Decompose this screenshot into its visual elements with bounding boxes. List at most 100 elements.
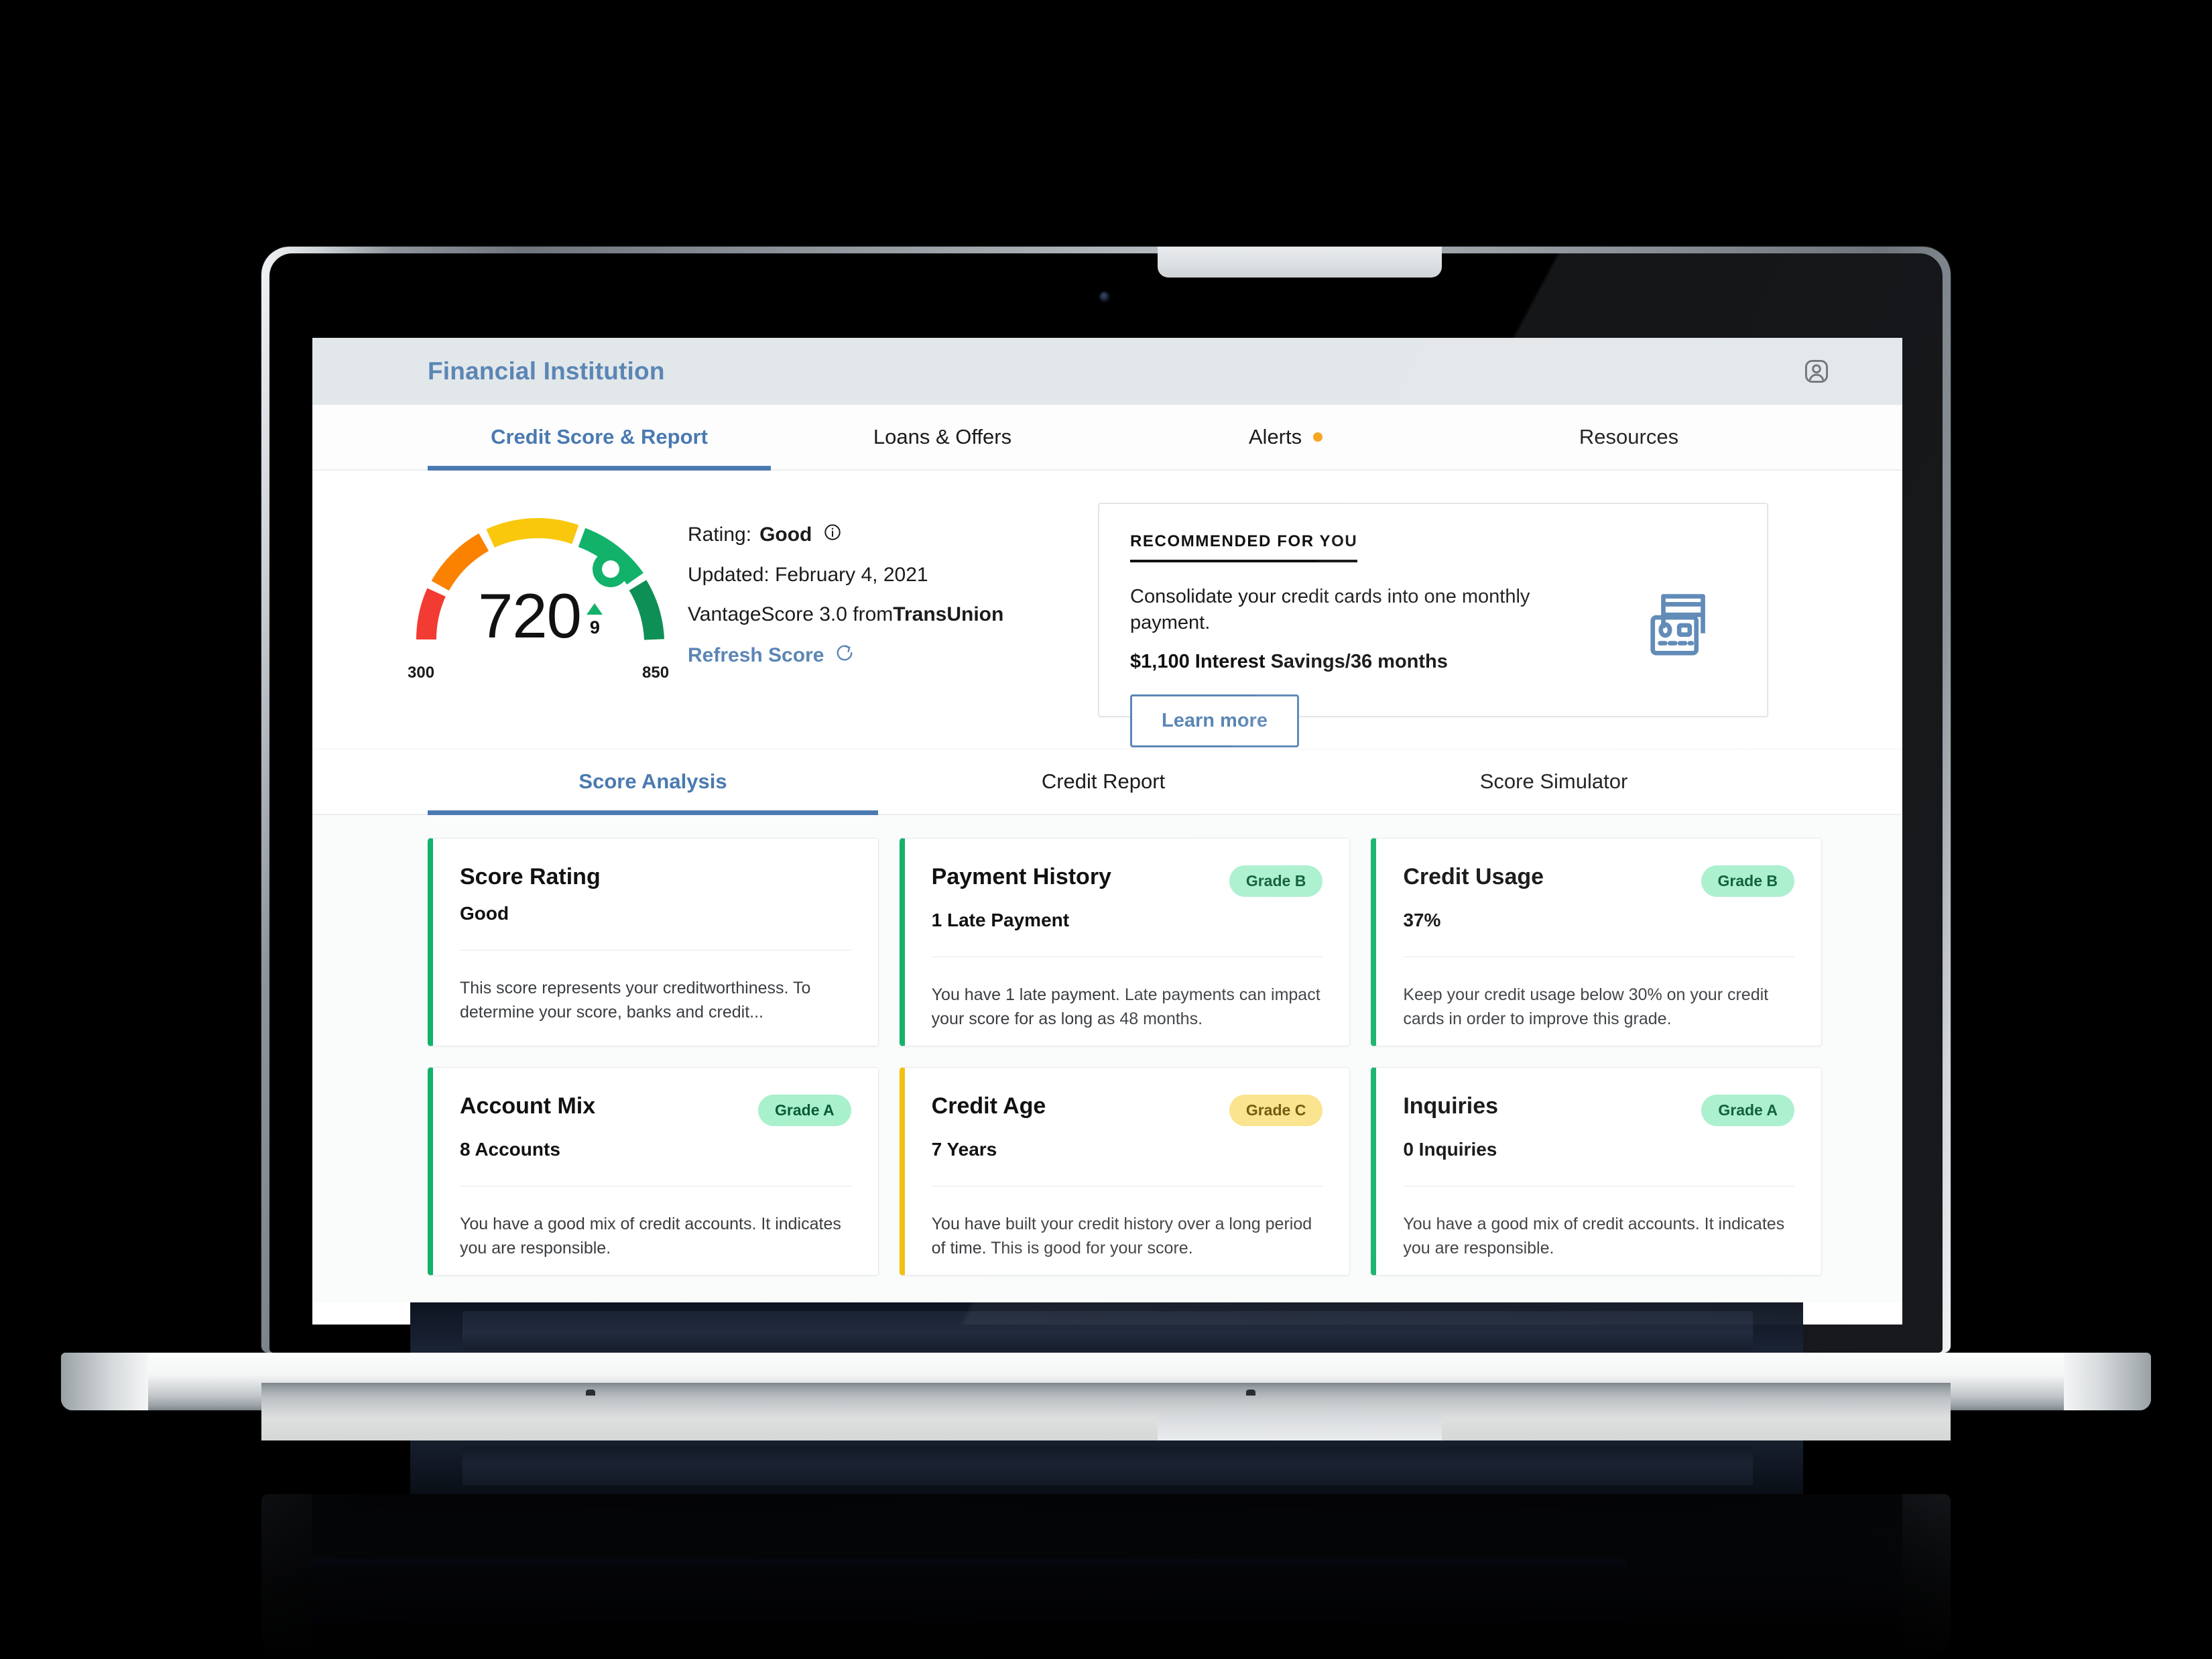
sub-tab-label: Credit Report xyxy=(1041,770,1166,793)
tab-score-analysis[interactable]: Score Analysis xyxy=(428,749,878,815)
card-description: You have a good mix of credit accounts. … xyxy=(460,1215,841,1257)
tab-score-simulator[interactable]: Score Simulator xyxy=(1329,749,1779,814)
card-title: Credit Usage xyxy=(1403,864,1544,889)
score-summary-section: 720 9 300 850 Rating: Good Updated: Febr… xyxy=(312,471,1902,749)
gauge-min-label: 300 xyxy=(408,664,435,682)
rating-details: Rating: Good Updated: February 4, 2021 V… xyxy=(688,505,1063,668)
brand-title: Financial Institution xyxy=(428,357,665,385)
metric-card-inquiries[interactable]: Inquiries Grade A 0 Inquiries You have a… xyxy=(1371,1067,1822,1276)
card-header: Account Mix Grade A xyxy=(460,1093,851,1126)
recommendation-kicker: RECOMMENDED FOR YOU xyxy=(1130,532,1358,562)
score-delta: 9 xyxy=(586,603,603,637)
score-gauge: 720 9 300 850 xyxy=(406,505,674,682)
card-header: Payment History Grade B xyxy=(932,864,1323,897)
card-value: Good xyxy=(460,903,509,924)
laptop-foot xyxy=(1447,1408,1456,1414)
gauge-needle-marker xyxy=(593,551,629,587)
reflection-screen xyxy=(312,1494,1902,1659)
score-source: VantageScore 3.0 from TransUnion xyxy=(688,603,1063,626)
metric-card-credit-age[interactable]: Credit Age Grade C 7 Years You have buil… xyxy=(899,1067,1351,1276)
account-person-icon[interactable] xyxy=(1802,357,1831,386)
card-description: You have built your credit history over … xyxy=(931,1215,1312,1257)
card-header: Credit Age Grade C xyxy=(932,1093,1323,1126)
rating-row: Rating: Good xyxy=(688,523,1063,547)
score-value-display: 720 9 xyxy=(406,585,674,648)
laptop-base xyxy=(61,1353,2151,1410)
tab-loans-offers[interactable]: Loans & Offers xyxy=(771,405,1114,469)
credit-cards-icon xyxy=(1641,532,1736,716)
refresh-circular-arrow-icon xyxy=(835,643,855,668)
card-title: Account Mix xyxy=(460,1093,596,1119)
grade-badge: Grade A xyxy=(1701,1095,1794,1126)
reflection-lid xyxy=(261,1494,1951,1659)
tab-resources[interactable]: Resources xyxy=(1457,405,1800,469)
laptop-hinge-bar xyxy=(463,1311,1753,1350)
tab-alerts[interactable]: Alerts xyxy=(1114,405,1457,469)
webcam-icon xyxy=(1100,292,1109,301)
primary-navigation: Credit Score & Report Loans & Offers Ale… xyxy=(312,405,1902,471)
reflection-highlight-strip xyxy=(312,1613,1626,1623)
card-value: 8 Accounts xyxy=(460,1139,560,1160)
laptop-reflection xyxy=(261,1383,1951,1659)
secondary-navigation: Score Analysis Credit Report Score Simul… xyxy=(312,749,1902,815)
tab-label: Resources xyxy=(1579,425,1679,448)
reflection-hinge-bar xyxy=(463,1447,1753,1485)
gauge-max-label: 850 xyxy=(642,664,670,682)
recommendation-card: RECOMMENDED FOR YOU Consolidate your cre… xyxy=(1098,503,1768,748)
metric-card-account-mix[interactable]: Account Mix Grade A 8 Accounts You have … xyxy=(428,1067,879,1276)
tab-label: Alerts xyxy=(1248,425,1302,448)
rating-value: Good xyxy=(759,524,812,546)
card-title: Payment History xyxy=(931,864,1111,889)
card-description: You have a good mix of credit accounts. … xyxy=(1403,1215,1785,1257)
card-header: Score Rating xyxy=(460,864,851,890)
refresh-score-button[interactable]: Refresh Score xyxy=(688,643,1063,668)
laptop-foot xyxy=(786,1408,796,1414)
reflection-base-notch xyxy=(1158,1410,1442,1440)
reflection-highlight-strip xyxy=(312,1558,1626,1566)
sub-tab-label: Score Analysis xyxy=(578,770,727,793)
tab-credit-report[interactable]: Credit Report xyxy=(878,749,1329,814)
delta-value: 9 xyxy=(589,617,600,637)
app-header: Financial Institution xyxy=(312,338,1902,405)
sub-tab-label: Score Simulator xyxy=(1479,770,1628,793)
score-source-prefix: VantageScore 3.0 from xyxy=(688,603,894,625)
tab-credit-score-report[interactable]: Credit Score & Report xyxy=(428,405,771,471)
score-analysis-panel: Score Rating Good This score represents … xyxy=(312,815,1902,1302)
laptop-device: Financial Institution Credit Score & Rep… xyxy=(61,247,2151,1414)
card-title: Inquiries xyxy=(1403,1093,1499,1119)
learn-more-button[interactable]: Learn more xyxy=(1130,694,1299,748)
score-source-bureau: TransUnion xyxy=(893,603,1004,625)
card-value: 7 Years xyxy=(931,1139,997,1160)
reflection-hinge xyxy=(410,1440,1803,1494)
alerts-badge-dot xyxy=(1313,432,1323,442)
card-value: 37% xyxy=(1403,910,1441,930)
delta-up-arrow-icon xyxy=(586,603,603,615)
recommendation-savings: $1,100 Interest Savings/36 months xyxy=(1130,651,1448,673)
reflection-fade-overlay xyxy=(261,1383,1951,1659)
grade-badge: Grade C xyxy=(1229,1095,1323,1126)
card-title: Score Rating xyxy=(460,864,601,889)
tab-label: Credit Score & Report xyxy=(491,425,708,448)
info-circle-icon[interactable] xyxy=(823,523,842,547)
card-title: Credit Age xyxy=(931,1093,1046,1119)
grade-badge: Grade A xyxy=(758,1095,851,1126)
rating-label: Rating: xyxy=(688,524,752,546)
card-description: Keep your credit usage below 30% on your… xyxy=(1403,985,1769,1028)
score-updated-date: Updated: February 4, 2021 xyxy=(688,564,928,586)
card-value: 1 Late Payment xyxy=(931,910,1070,930)
screen-viewport: Financial Institution Credit Score & Rep… xyxy=(312,338,1902,1325)
score-value: 720 xyxy=(478,580,582,651)
card-value: 0 Inquiries xyxy=(1403,1139,1497,1160)
metric-card-credit-usage[interactable]: Credit Usage Grade B 37% Keep your credi… xyxy=(1371,838,1822,1046)
card-header: Inquiries Grade A xyxy=(1403,1093,1794,1126)
metric-card-payment-history[interactable]: Payment History Grade B 1 Late Payment Y… xyxy=(899,838,1351,1046)
recommendation-text: Consolidate your credit cards into one m… xyxy=(1130,586,1530,634)
metric-card-grid: Score Rating Good This score represents … xyxy=(428,838,1822,1276)
card-header: Credit Usage Grade B xyxy=(1403,864,1794,897)
card-description: This score represents your creditworthin… xyxy=(460,979,811,1022)
screenshot-stage: Financial Institution Credit Score & Rep… xyxy=(0,0,2212,1659)
metric-card-score-rating[interactable]: Score Rating Good This score represents … xyxy=(428,838,879,1046)
grade-badge: Grade B xyxy=(1701,865,1794,897)
recommendation-content: RECOMMENDED FOR YOU Consolidate your cre… xyxy=(1130,532,1613,748)
refresh-score-label: Refresh Score xyxy=(688,644,824,666)
